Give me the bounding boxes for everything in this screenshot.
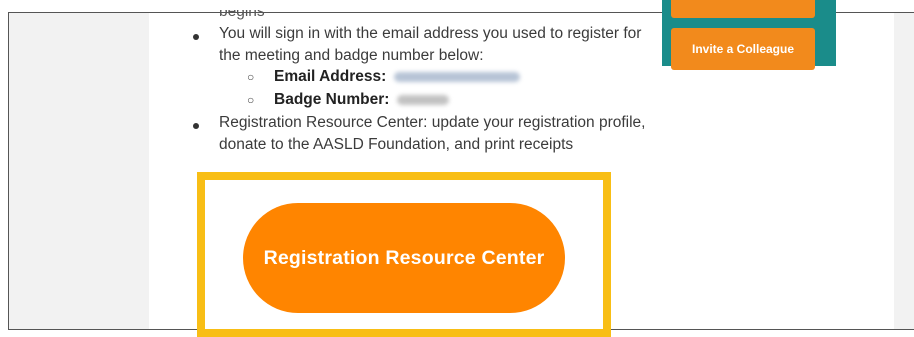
registration-resource-center-button[interactable]: Registration Resource Center — [243, 203, 565, 313]
sub-bullet-circle: ○ — [247, 93, 255, 107]
badge-number-label: Badge Number: — [274, 91, 390, 108]
redacted-email — [394, 71, 521, 82]
highlight-box: Registration Resource Center — [197, 172, 611, 337]
partial-top-text: begins — [219, 3, 265, 20]
bullet-dot — [193, 123, 199, 129]
side-panel: Invite a Colleague — [662, 0, 836, 70]
registration-center-description-line-2: donate to the AASLD Foundation, and prin… — [219, 136, 574, 153]
email-address-label: Email Address: — [274, 68, 387, 85]
sign-in-instruction-line-1: You will sign in with the email address … — [219, 25, 642, 42]
bullet-dot — [193, 34, 199, 40]
registration-center-description-line-1: Registration Resource Center: update you… — [219, 114, 646, 131]
invite-colleague-button[interactable]: Invite a Colleague — [671, 28, 815, 70]
email-address-row: Email Address: — [274, 68, 521, 86]
badge-number-row: Badge Number: — [274, 91, 450, 109]
redacted-badge-number — [397, 94, 450, 105]
sign-in-instruction-line-2: the meeting and badge number below: — [219, 47, 484, 64]
sub-bullet-circle: ○ — [247, 70, 255, 84]
partial-top-button[interactable] — [671, 0, 815, 18]
